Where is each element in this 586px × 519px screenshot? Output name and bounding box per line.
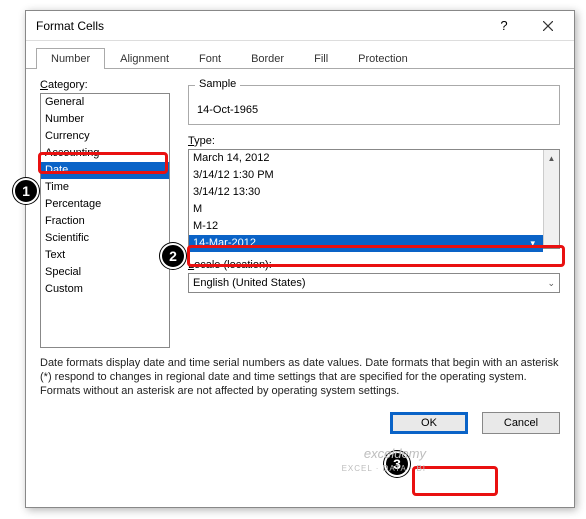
list-item[interactable]: Accounting — [41, 145, 169, 162]
list-item[interactable]: M-12 — [189, 218, 543, 235]
list-item[interactable]: Currency — [41, 128, 169, 145]
list-item[interactable]: General — [41, 94, 169, 111]
list-item[interactable]: Percentage — [41, 196, 169, 213]
category-listbox[interactable]: General Number Currency Accounting Date … — [40, 93, 170, 348]
close-icon — [543, 21, 553, 31]
list-item[interactable]: Special — [41, 264, 169, 281]
ok-button[interactable]: OK — [390, 412, 468, 434]
list-item-selected-type[interactable]: 14-Mar-2012 ▾ — [189, 235, 543, 252]
category-label: Category: — [40, 79, 170, 91]
format-cells-dialog: Format Cells ? Number Alignment Font Bor… — [25, 10, 575, 508]
dialog-footer: OK Cancel — [26, 404, 574, 448]
type-items: March 14, 2012 3/14/12 1:30 PM 3/14/12 1… — [189, 150, 543, 252]
tab-strip: Number Alignment Font Border Fill Protec… — [26, 41, 574, 69]
type-label: Type: — [188, 135, 560, 147]
tab-protection[interactable]: Protection — [343, 48, 423, 69]
tab-fill[interactable]: Fill — [299, 48, 343, 69]
tab-alignment[interactable]: Alignment — [105, 48, 184, 69]
dialog-title: Format Cells — [36, 19, 482, 33]
cancel-button[interactable]: Cancel — [482, 412, 560, 434]
scrollbar[interactable]: ▲ — [543, 150, 559, 248]
scroll-up-icon[interactable]: ▲ — [544, 150, 559, 166]
list-item[interactable]: Number — [41, 111, 169, 128]
help-button[interactable]: ? — [482, 12, 526, 40]
left-column: Category: General Number Currency Accoun… — [40, 79, 170, 348]
selected-type-text: 14-Mar-2012 — [193, 236, 256, 251]
tab-font[interactable]: Font — [184, 48, 236, 69]
sample-value: 14-Oct-1965 — [197, 104, 258, 116]
titlebar: Format Cells ? — [26, 11, 574, 41]
list-item[interactable]: Fraction — [41, 213, 169, 230]
list-item[interactable]: Scientific — [41, 230, 169, 247]
right-column: Sample 14-Oct-1965 Type: March 14, 2012 … — [188, 79, 560, 348]
sample-label: Sample — [195, 78, 240, 90]
locale-label: Locale (location): — [188, 259, 560, 271]
close-button[interactable] — [526, 12, 570, 40]
chevron-down-icon: ⌄ — [547, 278, 555, 289]
locale-value: English (United States) — [193, 277, 306, 289]
list-item[interactable]: 3/14/12 1:30 PM — [189, 167, 543, 184]
list-item[interactable]: Text — [41, 247, 169, 264]
description-text: Date formats display date and time seria… — [26, 356, 574, 404]
tab-border[interactable]: Border — [236, 48, 299, 69]
list-item-date[interactable]: Date — [41, 162, 169, 179]
list-item[interactable]: 3/14/12 13:30 — [189, 184, 543, 201]
type-listbox[interactable]: March 14, 2012 3/14/12 1:30 PM 3/14/12 1… — [188, 149, 560, 249]
locale-dropdown[interactable]: English (United States) ⌄ — [188, 273, 560, 293]
list-item[interactable]: Custom — [41, 281, 169, 298]
dialog-body: Category: General Number Currency Accoun… — [26, 69, 574, 356]
tab-number[interactable]: Number — [36, 48, 105, 69]
list-item[interactable]: Time — [41, 179, 169, 196]
list-item[interactable]: March 14, 2012 — [189, 150, 543, 167]
list-item[interactable]: M — [189, 201, 543, 218]
sample-box: Sample 14-Oct-1965 — [188, 85, 560, 125]
chevron-down-icon: ▾ — [530, 236, 535, 251]
